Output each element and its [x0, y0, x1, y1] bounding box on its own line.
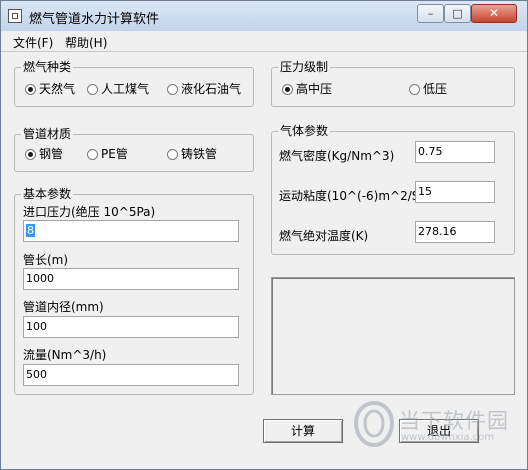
menu-file[interactable]: 文件(F) — [13, 34, 53, 51]
radio-label: 铸铁管 — [181, 147, 218, 161]
absolute-temperature-input[interactable]: 278.16 — [415, 221, 495, 243]
watermark: 当下软件园 www.downxia.com — [353, 399, 508, 451]
gas-density-input[interactable]: 0.75 — [415, 141, 495, 163]
gas-type-group: 燃气种类 天然气 人工煤气 液化石油气 — [14, 60, 254, 107]
menu-bar: 文件(F) 帮助(H) — [1, 31, 527, 52]
gas-type-radio-natural-gas[interactable]: 天然气 — [25, 82, 75, 96]
radio-label: 高中压 — [296, 82, 333, 96]
pipe-length-label: 管长(m) — [23, 253, 69, 267]
radio-icon[interactable] — [167, 149, 178, 160]
gas-type-radio-lpg[interactable]: 液化石油气 — [167, 82, 241, 96]
radio-icon[interactable] — [167, 84, 178, 95]
watermark-url: www.downxia.com — [401, 432, 495, 443]
material-radio-cast-iron[interactable]: 铸铁管 — [167, 147, 217, 161]
radio-selected-icon[interactable] — [282, 84, 293, 95]
basic-params-title: 基本参数 — [21, 187, 74, 201]
radio-selected-icon[interactable] — [25, 149, 36, 160]
watermark-logo-icon — [353, 401, 395, 447]
pipe-diameter-input[interactable]: 100 — [23, 316, 239, 338]
gas-type-title: 燃气种类 — [21, 60, 74, 74]
gas-type-radio-manufactured-gas[interactable]: 人工煤气 — [87, 82, 149, 96]
kinematic-viscosity-label: 运动粘度(10^(-6)m^2/S) — [279, 189, 425, 203]
gas-density-label: 燃气密度(Kg/Nm^3) — [279, 149, 395, 163]
pressure-radio-high-medium[interactable]: 高中压 — [282, 82, 332, 96]
pressure-level-title: 压力级制 — [278, 60, 331, 74]
inlet-pressure-value: 8 — [26, 224, 35, 237]
radio-label: 低压 — [423, 82, 448, 96]
pressure-radio-low[interactable]: 低压 — [409, 82, 447, 96]
title-bar[interactable]: 燃气管道水力计算软件 – □ ✕ — [1, 1, 527, 32]
radio-icon[interactable] — [87, 84, 98, 95]
material-radio-steel[interactable]: 钢管 — [25, 147, 63, 161]
inlet-pressure-input[interactable]: 8 — [23, 220, 239, 242]
radio-label: 钢管 — [39, 147, 64, 161]
radio-selected-icon[interactable] — [25, 84, 36, 95]
radio-label: 人工煤气 — [101, 82, 150, 96]
absolute-temperature-label: 燃气绝对温度(K) — [279, 229, 369, 243]
radio-label: 液化石油气 — [181, 82, 242, 96]
inlet-pressure-label: 进口压力(绝压 10^5Pa) — [23, 205, 156, 219]
radio-icon[interactable] — [409, 84, 420, 95]
menu-help[interactable]: 帮助(H) — [65, 34, 107, 51]
pipe-material-group: 管道材质 钢管 PE管 铸铁管 — [14, 127, 254, 172]
app-window: 燃气管道水力计算软件 – □ ✕ 文件(F) 帮助(H) 燃气种类 天然气 人工… — [0, 0, 528, 470]
radio-label: 天然气 — [39, 82, 76, 96]
close-button[interactable]: ✕ — [471, 4, 517, 23]
pipe-length-input[interactable]: 1000 — [23, 268, 239, 290]
result-panel — [271, 277, 515, 395]
radio-icon[interactable] — [87, 149, 98, 160]
minimize-button[interactable]: – — [417, 4, 444, 23]
flow-rate-input[interactable]: 500 — [23, 364, 239, 386]
pipe-diameter-label: 管道内径(mm) — [23, 300, 104, 314]
pipe-material-title: 管道材质 — [21, 127, 74, 141]
gas-params-title: 气体参数 — [278, 124, 331, 138]
kinematic-viscosity-input[interactable]: 15 — [415, 181, 495, 203]
window-title: 燃气管道水力计算软件 — [29, 12, 160, 27]
radio-label: PE管 — [101, 147, 128, 161]
maximize-button[interactable]: □ — [444, 4, 471, 23]
calculate-button[interactable]: 计算 — [263, 419, 343, 443]
material-radio-pe[interactable]: PE管 — [87, 147, 128, 161]
flow-rate-label: 流量(Nm^3/h) — [23, 348, 107, 362]
app-icon[interactable] — [8, 9, 22, 23]
pressure-level-group: 压力级制 高中压 低压 — [271, 60, 515, 107]
watermark-text: 当下软件园 — [399, 409, 509, 433]
